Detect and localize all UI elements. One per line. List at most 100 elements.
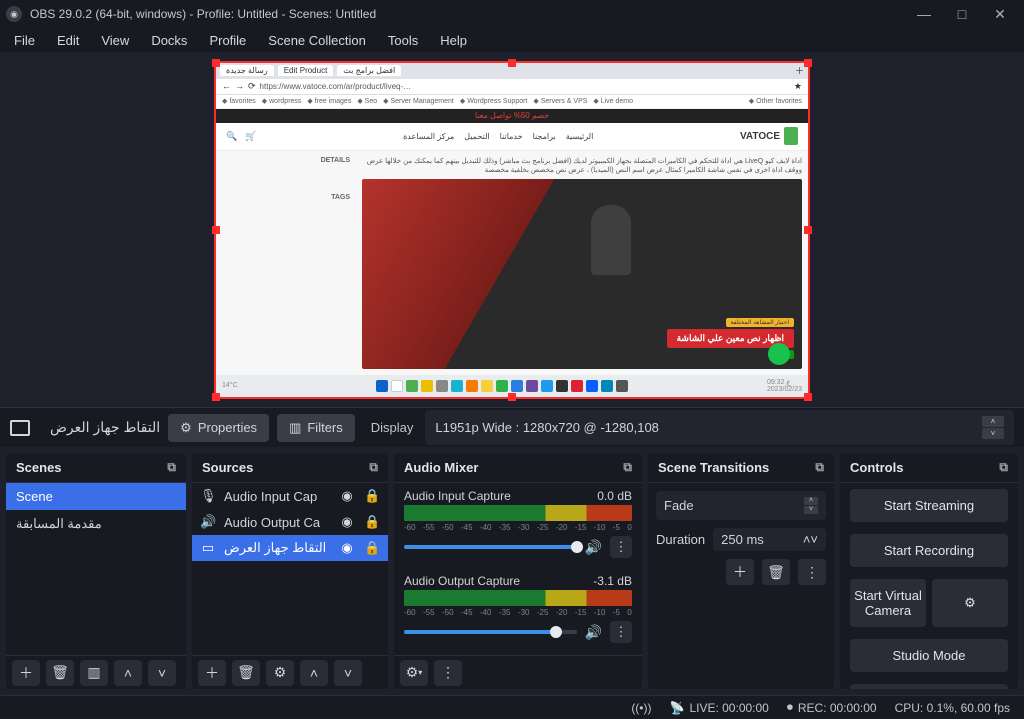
menu-edit[interactable]: Edit: [47, 30, 89, 51]
menu-help[interactable]: Help: [430, 30, 477, 51]
mixer-more-button[interactable]: ⋮: [434, 660, 462, 686]
preview-canvas[interactable]: رسالة جديدةEdit Productافضل برامج بث＋ ←→…: [216, 63, 808, 397]
close-button[interactable]: ✕: [990, 6, 1010, 23]
scene-item[interactable]: مقدمة المسابقة: [6, 510, 186, 538]
mixer-advanced-button[interactable]: ⚙▾: [400, 660, 428, 686]
display-label: Display: [371, 420, 414, 435]
vu-meter: [404, 505, 632, 521]
transitions-panel: Scene Transitions ⧉ Fade ˄˅ Duration 250 …: [648, 453, 834, 689]
window-title: OBS 29.0.2 (64-bit, windows) - Profile: …: [30, 7, 914, 21]
lock-toggle[interactable]: 🔒: [364, 540, 380, 556]
scene-add-button[interactable]: ＋: [12, 660, 40, 686]
vu-meter: [404, 590, 632, 606]
mixer-channel: Audio Input Capture0.0 dB -60-55-50-45-4…: [394, 483, 642, 568]
mixer-popout-icon[interactable]: ⧉: [623, 460, 632, 475]
maximize-button[interactable]: □: [952, 6, 972, 23]
scenes-title: Scenes: [16, 460, 62, 475]
broadcast-icon: 📡: [670, 701, 685, 715]
display-icon: ▭: [200, 540, 216, 556]
obs-logo-icon: ◉: [6, 6, 22, 22]
source-toolbar: التقاط جهاز العرض ⚙Properties ▥Filters D…: [0, 407, 1024, 447]
transition-remove-button[interactable]: 🗑: [762, 559, 790, 585]
display-select[interactable]: L1951p Wide : 1280x720 @ -1280,108 ˄˅: [425, 410, 1014, 445]
source-remove-button[interactable]: 🗑: [232, 660, 260, 686]
source-down-button[interactable]: ˅: [334, 660, 362, 686]
status-network-icon: ((•)): [631, 701, 651, 715]
display-capture-icon: [10, 420, 30, 436]
menu-scene-collection[interactable]: Scene Collection: [258, 30, 376, 51]
source-up-button[interactable]: ˄: [300, 660, 328, 686]
transitions-title: Scene Transitions: [658, 460, 769, 475]
filters-button[interactable]: ▥Filters: [277, 414, 355, 442]
source-props-button[interactable]: ⚙: [266, 660, 294, 686]
menubar: File Edit View Docks Profile Scene Colle…: [0, 28, 1024, 52]
start-streaming-button[interactable]: Start Streaming: [850, 489, 1008, 522]
source-item[interactable]: 🔊 Audio Output Ca ◉ 🔒: [192, 509, 388, 535]
menu-profile[interactable]: Profile: [199, 30, 256, 51]
speaker-icon: 🔊: [200, 514, 216, 530]
display-down[interactable]: ˅: [982, 428, 1004, 439]
selected-source-label: التقاط جهاز العرض: [50, 419, 160, 436]
source-item[interactable]: 🎙 Audio Input Cap ◉ 🔒: [192, 483, 388, 509]
mute-button[interactable]: 🔊: [585, 624, 602, 641]
transition-more-button[interactable]: ⋮: [798, 559, 826, 585]
scene-down-button[interactable]: ˅: [148, 660, 176, 686]
visibility-toggle[interactable]: ◉: [338, 488, 356, 504]
scene-item[interactable]: Scene: [6, 483, 186, 510]
mic-icon: 🎙: [200, 488, 216, 504]
scenes-popout-icon[interactable]: ⧉: [167, 460, 176, 475]
status-bar: ((•)) 📡 LIVE: 00:00:00 ⏺ REC: 00:00:00 CPU…: [0, 695, 1024, 719]
scene-filter-button[interactable]: ▥: [80, 660, 108, 686]
volume-slider[interactable]: [404, 545, 577, 549]
sources-title: Sources: [202, 460, 253, 475]
channel-more-button[interactable]: ⋮: [610, 536, 632, 558]
audio-mixer-panel: Audio Mixer ⧉ Audio Input Capture0.0 dB -…: [394, 453, 642, 689]
lock-toggle[interactable]: 🔒: [364, 488, 380, 504]
volume-slider[interactable]: [404, 630, 577, 634]
duration-input[interactable]: 250 ms ˄˅: [713, 528, 826, 551]
filters-icon: ▥: [289, 420, 301, 436]
scenes-list: Scene مقدمة المسابقة: [6, 483, 186, 655]
start-virtual-camera-button[interactable]: Start Virtual Camera: [850, 579, 926, 627]
scene-remove-button[interactable]: 🗑: [46, 660, 74, 686]
duration-label: Duration: [656, 532, 705, 547]
scenes-panel: Scenes ⧉ Scene مقدمة المسابقة ＋ 🗑 ▥ ˄ ˅: [6, 453, 186, 689]
status-cpu: CPU: 0.1%, 60.00 fps: [895, 701, 1010, 715]
properties-button[interactable]: ⚙Properties: [168, 414, 269, 442]
mixer-body: Audio Input Capture0.0 dB -60-55-50-45-4…: [394, 483, 642, 655]
preview-area[interactable]: رسالة جديدةEdit Productافضل برامج بث＋ ←→…: [0, 52, 1024, 407]
transitions-popout-icon[interactable]: ⧉: [815, 460, 824, 475]
sources-panel: Sources ⧉ 🎙 Audio Input Cap ◉ 🔒 🔊 Audio O…: [192, 453, 388, 689]
visibility-toggle[interactable]: ◉: [338, 514, 356, 530]
transition-select[interactable]: Fade ˄˅: [656, 491, 826, 520]
channel-more-button[interactable]: ⋮: [610, 621, 632, 643]
source-item[interactable]: ▭ التقاط جهاز العرض ◉ 🔒: [192, 535, 388, 561]
status-live: LIVE: 00:00:00: [689, 701, 768, 715]
menu-tools[interactable]: Tools: [378, 30, 428, 51]
display-up[interactable]: ˄: [982, 416, 1004, 427]
preview-content: رسالة جديدةEdit Productافضل برامج بث＋ ←→…: [216, 63, 808, 397]
record-icon: ⏺: [787, 700, 793, 715]
transition-add-button[interactable]: ＋: [726, 559, 754, 585]
settings-button[interactable]: Settings: [850, 684, 1008, 689]
visibility-toggle[interactable]: ◉: [338, 540, 356, 556]
mute-button[interactable]: 🔊: [585, 539, 602, 556]
sources-list: 🎙 Audio Input Cap ◉ 🔒 🔊 Audio Output Ca …: [192, 483, 388, 655]
status-rec: REC: 00:00:00: [798, 701, 877, 715]
minimize-button[interactable]: ―: [914, 6, 934, 23]
start-recording-button[interactable]: Start Recording: [850, 534, 1008, 567]
sources-popout-icon[interactable]: ⧉: [369, 460, 378, 475]
lock-toggle[interactable]: 🔒: [364, 514, 380, 530]
source-add-button[interactable]: ＋: [198, 660, 226, 686]
mixer-title: Audio Mixer: [404, 460, 478, 475]
scene-up-button[interactable]: ˄: [114, 660, 142, 686]
virtual-camera-settings-button[interactable]: ⚙: [932, 579, 1008, 627]
studio-mode-button[interactable]: Studio Mode: [850, 639, 1008, 672]
panels-row: Scenes ⧉ Scene مقدمة المسابقة ＋ 🗑 ▥ ˄ ˅ S…: [0, 447, 1024, 695]
menu-view[interactable]: View: [91, 30, 139, 51]
controls-popout-icon[interactable]: ⧉: [999, 460, 1008, 475]
menu-docks[interactable]: Docks: [141, 30, 197, 51]
gear-icon: ⚙: [180, 420, 192, 436]
menu-file[interactable]: File: [4, 30, 45, 51]
mixer-channel: Audio Output Capture-3.1 dB -60-55-50-45…: [394, 568, 642, 653]
